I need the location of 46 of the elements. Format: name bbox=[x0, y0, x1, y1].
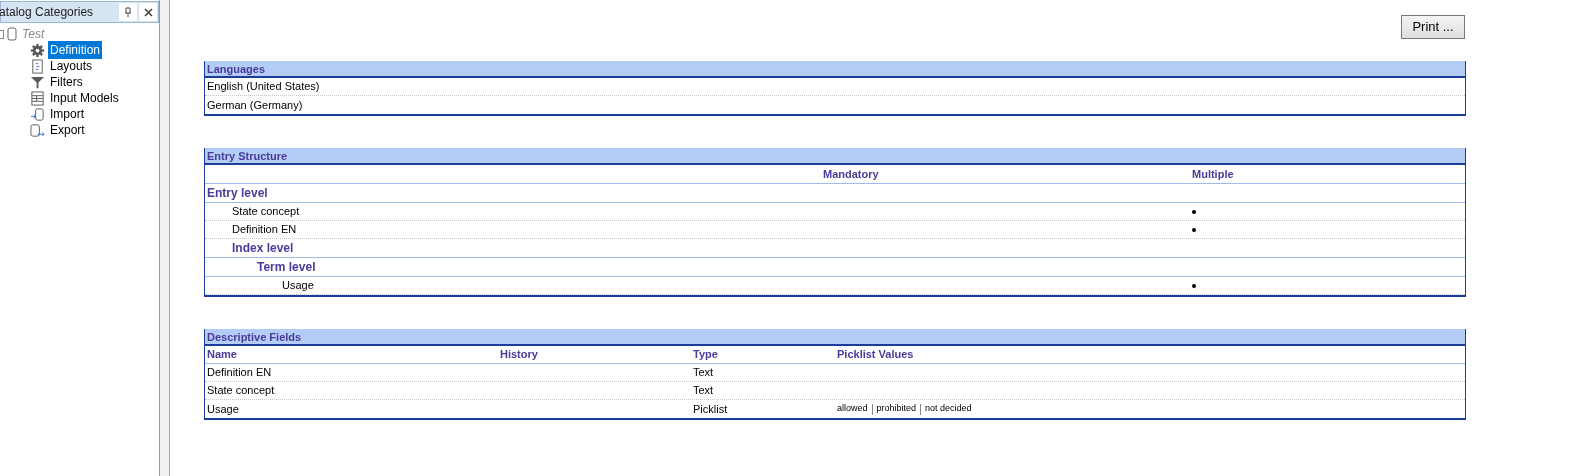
document-icon bbox=[30, 58, 45, 74]
panel-title: atalog Categories bbox=[0, 4, 95, 21]
column-header: Picklist Values bbox=[837, 348, 914, 361]
section-header: Descriptive Fields bbox=[205, 329, 1465, 346]
column-header: Type bbox=[693, 348, 718, 361]
gear-icon bbox=[30, 42, 45, 58]
level-label: Term level bbox=[256, 259, 316, 276]
pin-icon bbox=[124, 7, 132, 17]
field-name: Usage bbox=[207, 402, 239, 415]
field-label: Usage bbox=[282, 279, 314, 292]
field-label: State concept bbox=[232, 205, 300, 218]
picklist-value: allowed bbox=[837, 402, 868, 416]
field-type: Text bbox=[693, 366, 714, 379]
column-header: Multiple bbox=[1192, 167, 1234, 180]
tree-item[interactable]: Definition bbox=[48, 41, 103, 59]
tree-item[interactable]: Input Models bbox=[48, 89, 121, 107]
column-header: Mandatory bbox=[823, 167, 879, 180]
tree-item[interactable]: Import bbox=[48, 105, 86, 123]
field-type: Text bbox=[693, 384, 714, 397]
tree-item[interactable]: Layouts bbox=[48, 57, 95, 75]
close-icon bbox=[143, 7, 153, 17]
column-header: History bbox=[500, 348, 538, 361]
close-button[interactable] bbox=[139, 3, 157, 21]
filter-icon bbox=[30, 74, 45, 90]
tree-item[interactable]: Filters bbox=[48, 73, 85, 91]
field-name: Definition EN bbox=[207, 366, 272, 379]
form-icon bbox=[30, 90, 45, 106]
field-label: Definition EN bbox=[232, 223, 297, 236]
tree-item[interactable]: Test bbox=[20, 25, 47, 43]
language-name: German (Germany) bbox=[207, 97, 303, 113]
tree-item[interactable]: Export bbox=[48, 121, 87, 139]
field-name: State concept bbox=[207, 384, 275, 397]
print-button[interactable]: Print ... bbox=[1401, 15, 1465, 39]
level-label: Entry level bbox=[206, 185, 268, 202]
pin-button[interactable] bbox=[119, 3, 137, 21]
section-header: Entry Structure bbox=[205, 148, 1465, 165]
section-header: Languages bbox=[205, 61, 1465, 78]
level-label: Index level bbox=[231, 240, 294, 257]
picklist-value: prohibited bbox=[876, 402, 917, 416]
language-name: English (United States) bbox=[207, 79, 320, 95]
picklist-value: not decided bbox=[925, 402, 972, 416]
field-type: Picklist bbox=[693, 402, 728, 415]
column-header: Name bbox=[207, 348, 237, 361]
cylinder-icon bbox=[7, 27, 17, 41]
cylinder-arrow-icon bbox=[30, 106, 45, 122]
cylinder-arrow-icon bbox=[30, 122, 45, 138]
